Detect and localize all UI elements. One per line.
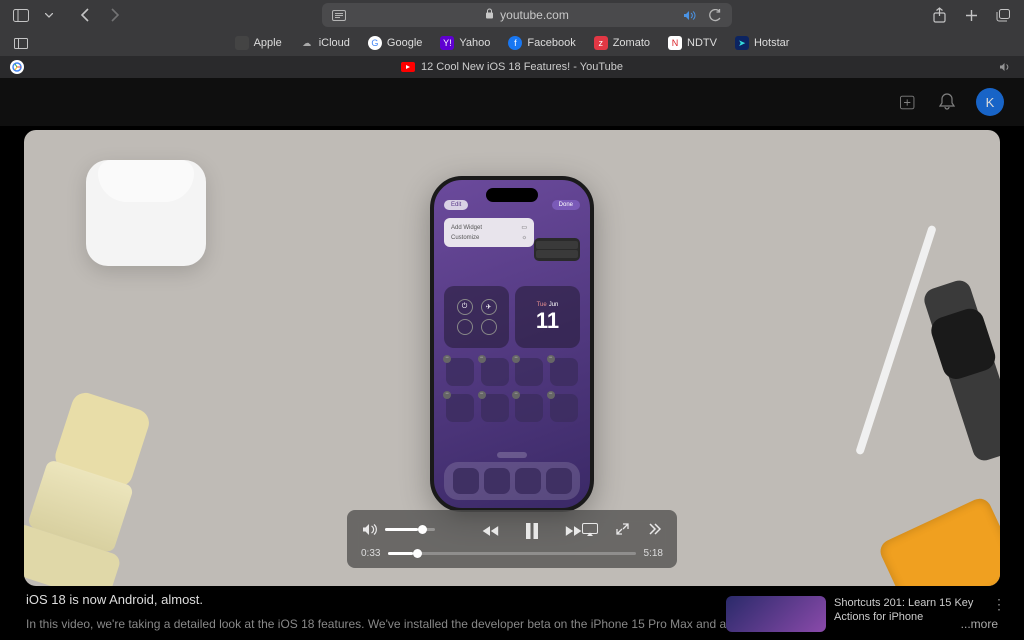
phone-control-widget: ⏻✈	[444, 286, 509, 348]
tab-title[interactable]: 12 Cool New iOS 18 Features! - YouTube	[421, 61, 623, 73]
player-controls: 0:33 5:18	[347, 510, 677, 568]
tab-bar: 12 Cool New iOS 18 Features! - YouTube	[0, 56, 1024, 78]
phone-edit-button: Edit	[444, 200, 468, 210]
pinned-tab-google-icon[interactable]	[10, 60, 24, 74]
favorite-ndtv[interactable]: NNDTV	[668, 36, 717, 50]
tabs-overview-icon[interactable]	[994, 6, 1012, 24]
more-controls-icon[interactable]	[645, 520, 663, 538]
url-bar[interactable]: youtube.com	[322, 3, 732, 27]
youtube-masthead: K	[0, 78, 1024, 126]
phone-news-widget	[534, 238, 580, 261]
phone-calendar-widget: Tue Jun11	[515, 286, 580, 348]
phone-context-menu: Add Widget▭ Customize☼	[444, 218, 534, 247]
google-icon: G	[368, 36, 382, 50]
bookmarks-sidebar-icon[interactable]	[12, 34, 30, 52]
progress-slider[interactable]	[388, 552, 635, 555]
phone-done-button: Done	[552, 200, 580, 210]
toolbar-chevron-down-icon[interactable]	[40, 6, 58, 24]
favorite-google[interactable]: GGoogle	[368, 36, 422, 50]
iphone-mockup: Edit Done Add Widget▭ Customize☼ ⏻✈ Tue …	[430, 176, 594, 512]
safari-toolbar: youtube.com	[0, 0, 1024, 30]
ndtv-icon: N	[668, 36, 682, 50]
related-video[interactable]: Shortcuts 201: Learn 15 Key Actions for …	[726, 596, 1006, 632]
volume-slider[interactable]	[385, 528, 435, 531]
favorite-yahoo[interactable]: Y!Yahoo	[440, 36, 490, 50]
back-button[interactable]	[76, 6, 94, 24]
volume-icon[interactable]	[361, 520, 379, 538]
icloud-icon: ☁	[300, 36, 314, 50]
favorites-bar: Apple ☁iCloud GGoogle Y!Yahoo fFacebook …	[0, 30, 1024, 56]
new-tab-icon[interactable]	[962, 6, 980, 24]
related-title: Shortcuts 201: Learn 15 Key Actions for …	[834, 597, 973, 623]
pip-icon[interactable]	[613, 520, 631, 538]
zomato-icon: z	[594, 36, 608, 50]
prop-lantern	[24, 382, 176, 586]
favorite-apple[interactable]: Apple	[235, 36, 282, 50]
avatar[interactable]: K	[976, 88, 1004, 116]
description-body: In this video, we're taking a detailed l…	[26, 617, 798, 631]
lock-icon	[485, 8, 494, 22]
hotstar-icon: ➤	[735, 36, 749, 50]
tab-audio-icon[interactable]	[996, 58, 1014, 76]
apple-icon	[235, 36, 249, 50]
video-player[interactable]: Edit Done Add Widget▭ Customize☼ ⏻✈ Tue …	[24, 130, 1000, 586]
phone-page-dots	[497, 452, 527, 458]
reader-mode-icon[interactable]	[330, 6, 348, 24]
facebook-icon: f	[508, 36, 522, 50]
related-menu-icon[interactable]: ⋮	[992, 596, 1006, 632]
current-time: 0:33	[361, 548, 380, 559]
notifications-icon[interactable]	[938, 93, 956, 111]
create-icon[interactable]	[900, 93, 918, 111]
prop-airpods	[86, 160, 206, 266]
favorite-hotstar[interactable]: ➤Hotstar	[735, 36, 789, 50]
prop-tool	[877, 495, 1000, 586]
yahoo-icon: Y!	[440, 36, 454, 50]
pause-icon[interactable]	[523, 522, 541, 540]
rewind-icon[interactable]	[481, 522, 499, 540]
favorite-facebook[interactable]: fFacebook	[508, 36, 575, 50]
sidebar-toggle-icon[interactable]	[12, 6, 30, 24]
favorite-icloud[interactable]: ☁iCloud	[300, 36, 350, 50]
youtube-favicon-icon	[401, 62, 415, 72]
phone-app-grid: − − − − − − − −	[446, 358, 578, 422]
airplay-icon[interactable]	[581, 520, 599, 538]
forward-button	[106, 6, 124, 24]
duration: 5:18	[644, 548, 663, 559]
refresh-icon[interactable]	[706, 6, 724, 24]
url-text: youtube.com	[500, 8, 569, 22]
phone-dock	[444, 462, 580, 500]
favorite-zomato[interactable]: zZomato	[594, 36, 650, 50]
audio-playing-icon[interactable]	[680, 6, 698, 24]
share-icon[interactable]	[930, 6, 948, 24]
prop-apple-watch	[901, 271, 1000, 489]
related-thumbnail	[726, 596, 826, 632]
